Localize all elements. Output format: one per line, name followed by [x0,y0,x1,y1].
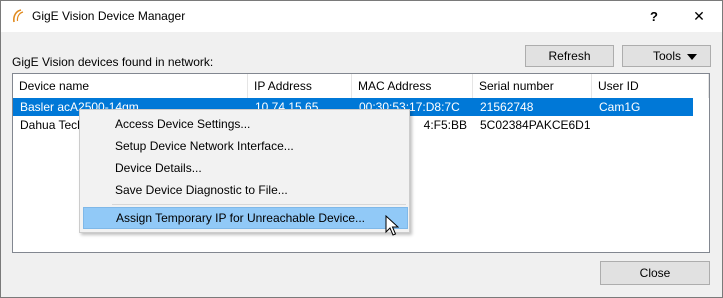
close-button[interactable]: Close [600,261,710,285]
window-title: GigE Vision Device Manager [32,9,186,23]
device-context-menu: Access Device Settings... Setup Device N… [79,109,410,233]
column-header-mac-address[interactable]: MAC Address [352,74,473,98]
title-bar: GigE Vision Device Manager ? ✕ [1,1,722,32]
menu-item-device-details[interactable]: Device Details... [83,157,408,179]
window-close-button[interactable]: ✕ [676,1,722,32]
device-manager-window: GigE Vision Device Manager ? ✕ GigE Visi… [0,0,723,298]
column-header-ip-address[interactable]: IP Address [248,74,352,98]
devices-found-label: GigE Vision devices found in network: [12,55,214,69]
cell-user-id: Cam1G [599,100,641,114]
column-header-user-id[interactable]: User ID [592,74,709,98]
refresh-button[interactable]: Refresh [525,45,614,67]
dropdown-arrow-icon [687,54,697,60]
menu-item-setup-network-interface[interactable]: Setup Device Network Interface... [83,135,408,157]
cell-serial-number: 21562748 [480,100,534,114]
cell-serial-number: 5C02384PAKCE6D1 [480,118,591,132]
tools-dropdown-button[interactable]: Tools [622,45,711,67]
menu-item-assign-temporary-ip[interactable]: Assign Temporary IP for Unreachable Devi… [83,207,408,229]
menu-separator [112,204,406,205]
menu-item-access-device-settings[interactable]: Access Device Settings... [83,113,408,135]
mouse-cursor-icon [385,215,399,236]
cell-user-id [592,116,693,134]
tools-label: Tools [653,49,682,63]
table-header: Device name IP Address MAC Address Seria… [13,74,709,98]
column-header-device-name[interactable]: Device name [13,74,248,98]
app-logo-icon [13,9,24,23]
help-button[interactable]: ? [631,1,677,32]
menu-item-save-diagnostic[interactable]: Save Device Diagnostic to File... [83,179,408,201]
column-header-serial-number[interactable]: Serial number [473,74,592,98]
